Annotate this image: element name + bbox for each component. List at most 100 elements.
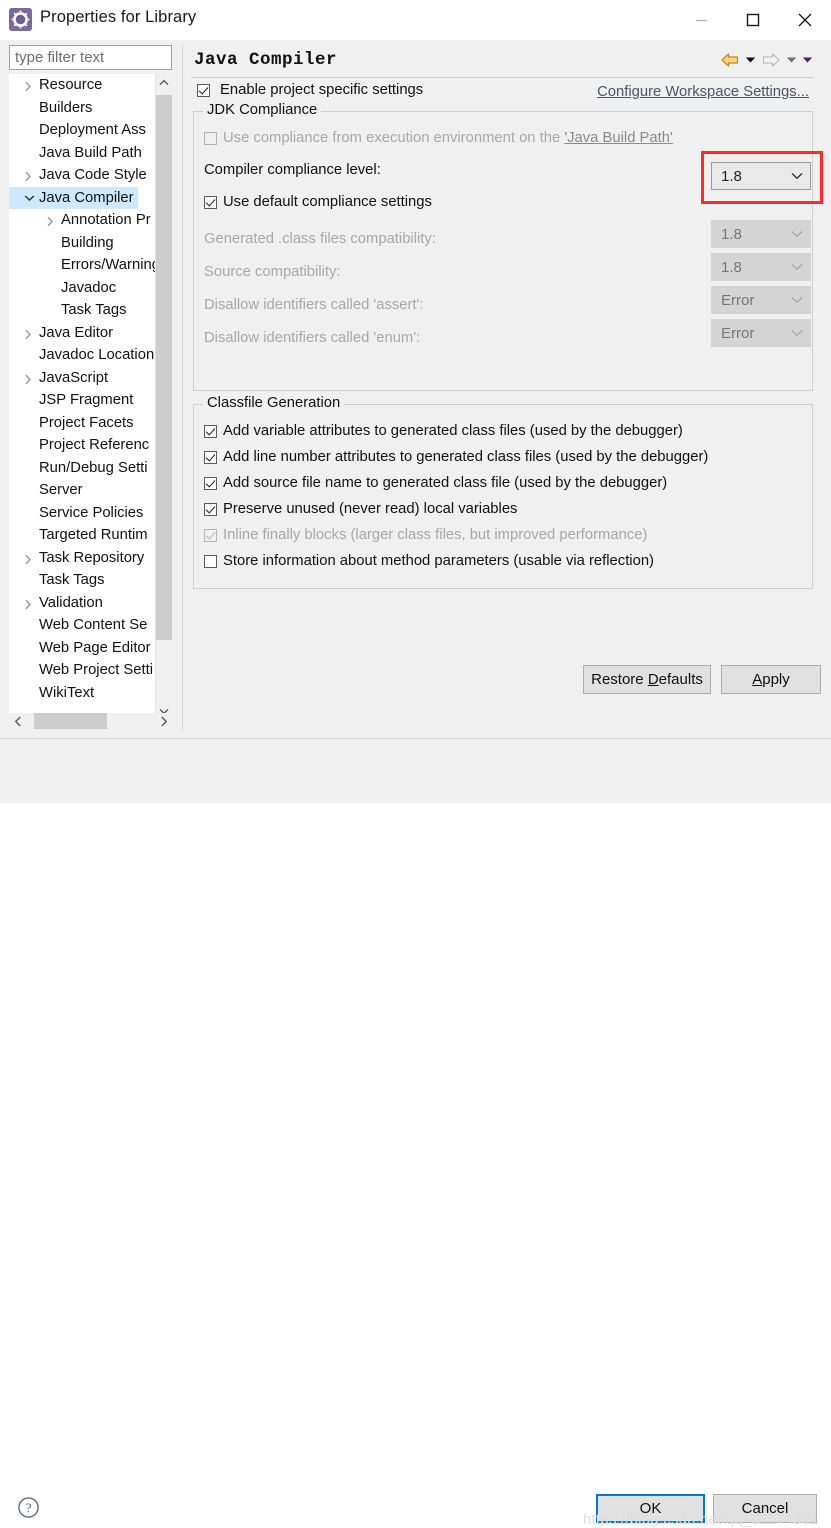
sidebar-item-task-tags[interactable]: Task Tags [9, 569, 164, 592]
question-mark-icon[interactable]: ? [17, 1496, 40, 1519]
sidebar-item-run-debug-setti[interactable]: Run/Debug Setti [9, 457, 164, 480]
sidebar-item-server[interactable]: Server [9, 479, 164, 502]
sidebar-item-label: Java Build Path [39, 144, 142, 161]
sidebar-item-label: Web Page Editor [39, 639, 151, 656]
sidebar-item-label: Javadoc Location [39, 347, 155, 363]
sidebar-item-deployment-ass[interactable]: Deployment Ass [9, 119, 164, 142]
disallow-enum-combobox: Error [711, 319, 811, 347]
sidebar-item-label: Builders [39, 99, 93, 116]
sidebar-item-annotation-pr[interactable]: Annotation Pr [9, 209, 164, 232]
compiler-compliance-level-value: 1.8 [721, 167, 742, 185]
sidebar-item-javascript[interactable]: JavaScript [9, 367, 164, 390]
sidebar-item-javadoc[interactable]: Javadoc [9, 277, 164, 300]
forward-arrow-icon [761, 52, 781, 68]
sidebar-item-errors-warning[interactable]: Errors/Warning [9, 254, 164, 277]
add-variable-attributes-label: Add variable attributes to generated cla… [223, 423, 683, 439]
tree-scrollbar-thumb[interactable] [156, 95, 172, 640]
sidebar-item-project-facets[interactable]: Project Facets [9, 412, 164, 435]
restore-defaults-button[interactable]: Restore Defaults [583, 665, 711, 694]
sidebar-item-javadoc-location[interactable]: Javadoc Location [9, 344, 164, 367]
add-source-file-name-checkbox[interactable] [204, 476, 217, 490]
sidebar-item-validation[interactable]: Validation [9, 592, 164, 615]
use-execution-environment-label-text: Use compliance from execution environmen… [223, 130, 565, 146]
add-variable-attributes-checkbox[interactable] [204, 424, 217, 438]
use-default-compliance-settings-row: Use default compliance settings [204, 190, 802, 214]
sidebar-item-label: JSP Fragment [39, 392, 134, 408]
minimize-button[interactable] [675, 0, 727, 40]
sidebar-item-label: Service Policies [39, 504, 144, 521]
sidebar-item-web-project-setti[interactable]: Web Project Setti [9, 659, 164, 682]
tree-horizontal-scrollbar[interactable] [9, 713, 172, 730]
chevron-down-icon [791, 329, 803, 337]
scroll-up-icon[interactable] [156, 74, 172, 91]
forward-history-chevron-down-icon[interactable] [786, 56, 797, 64]
use-default-compliance-settings-checkbox[interactable] [204, 195, 217, 209]
store-method-parameters-label: Store information about method parameter… [223, 553, 654, 569]
tree-vertical-scrollbar[interactable] [155, 74, 172, 720]
store-method-parameters-checkbox[interactable] [204, 554, 217, 568]
sidebar-item-java-editor[interactable]: Java Editor [9, 322, 164, 345]
sidebar-item-label: Resource [39, 77, 103, 93]
disallow-assert-combobox: Error [711, 286, 811, 314]
sidebar-item-web-content-se[interactable]: Web Content Se [9, 614, 164, 637]
sidebar-item-java-build-path[interactable]: Java Build Path [9, 142, 164, 165]
scroll-left-icon[interactable] [9, 713, 26, 729]
search-input-placeholder: type filter text [15, 49, 105, 66]
sidebar-item-builders[interactable]: Builders [9, 97, 164, 120]
chevron-right-icon[interactable] [46, 209, 58, 232]
sidebar-item-label: Javadoc [61, 279, 117, 296]
scroll-right-icon[interactable] [155, 713, 172, 729]
disallow-enum-label: Disallow identifiers called 'enum': [204, 330, 421, 346]
jdk-compliance-group: JDK Compliance Use compliance from execu… [193, 102, 813, 391]
chevron-right-icon[interactable] [24, 367, 36, 390]
sidebar-item-building[interactable]: Building [9, 232, 164, 255]
eclipse-properties-icon [9, 8, 32, 31]
sidebar-item-task-tags[interactable]: Task Tags [9, 299, 164, 322]
source-compatibility-combobox: 1.8 [711, 253, 811, 281]
generated-class-compatibility-value: 1.8 [721, 225, 742, 243]
sidebar-item-java-code-style[interactable]: Java Code Style [9, 164, 164, 187]
view-menu-chevron-down-icon[interactable] [802, 56, 813, 64]
compiler-compliance-level-combobox[interactable]: 1.8 [711, 162, 811, 190]
preserve-unused-locals-checkbox[interactable] [204, 502, 217, 516]
sidebar-item-service-policies[interactable]: Service Policies [9, 502, 164, 525]
back-arrow-icon[interactable] [720, 52, 740, 68]
close-button[interactable] [779, 0, 831, 40]
preference-page: Java Compiler Enable project specific se… [182, 45, 823, 730]
sidebar-item-resource[interactable]: Resource [9, 74, 164, 97]
sidebar-item-project-referenc[interactable]: Project Referenc [9, 434, 164, 457]
chevron-right-icon[interactable] [24, 592, 36, 615]
chevron-right-icon[interactable] [24, 74, 36, 97]
sidebar-item-java-compiler[interactable]: Java Compiler [9, 186, 138, 210]
sidebar-item-task-repository[interactable]: Task Repository [9, 547, 164, 570]
maximize-button[interactable] [727, 0, 779, 40]
search-input[interactable]: type filter text [9, 45, 172, 70]
settings-tree-list: Resource Builders Deployment Ass Java Build… [9, 74, 164, 704]
apply-button[interactable]: Apply [721, 665, 821, 694]
back-history-chevron-down-icon[interactable] [745, 56, 756, 64]
tree-hscrollbar-thumb[interactable] [34, 713, 107, 729]
sidebar-item-label: Building [61, 234, 114, 251]
java-build-path-link[interactable]: 'Java Build Path' [564, 130, 672, 146]
classfile-generation-group: Classfile Generation Add variable attrib… [193, 395, 813, 589]
enable-project-specific-settings-checkbox[interactable] [197, 83, 210, 97]
chevron-down-icon[interactable] [24, 187, 36, 210]
page-title: Java Compiler [194, 50, 338, 70]
disallow-assert-label: Disallow identifiers called 'assert': [204, 297, 424, 313]
chevron-right-icon[interactable] [24, 164, 36, 187]
sidebar-item-label: Java Code Style [39, 167, 147, 183]
inline-finally-blocks-checkbox [204, 528, 217, 542]
chevron-right-icon[interactable] [24, 322, 36, 345]
sidebar-item-wikitext[interactable]: WikiText [9, 682, 164, 705]
sidebar-item-label: Annotation Pr [61, 212, 151, 228]
sidebar-item-jsp-fragment[interactable]: JSP Fragment [9, 389, 164, 412]
configure-workspace-settings-link[interactable]: Configure Workspace Settings... [597, 84, 809, 100]
chevron-right-icon[interactable] [24, 547, 36, 570]
sidebar-item-label: Server [39, 482, 83, 498]
sidebar-item-targeted-runtim[interactable]: Targeted Runtim [9, 524, 164, 547]
svg-text:?: ? [25, 1501, 31, 1516]
settings-tree[interactable]: Resource Builders Deployment Ass Java Build… [9, 74, 172, 720]
sidebar-item-web-page-editor[interactable]: Web Page Editor [9, 637, 164, 660]
add-line-number-attributes-checkbox[interactable] [204, 450, 217, 464]
window-title: Properties for Library [40, 8, 197, 26]
